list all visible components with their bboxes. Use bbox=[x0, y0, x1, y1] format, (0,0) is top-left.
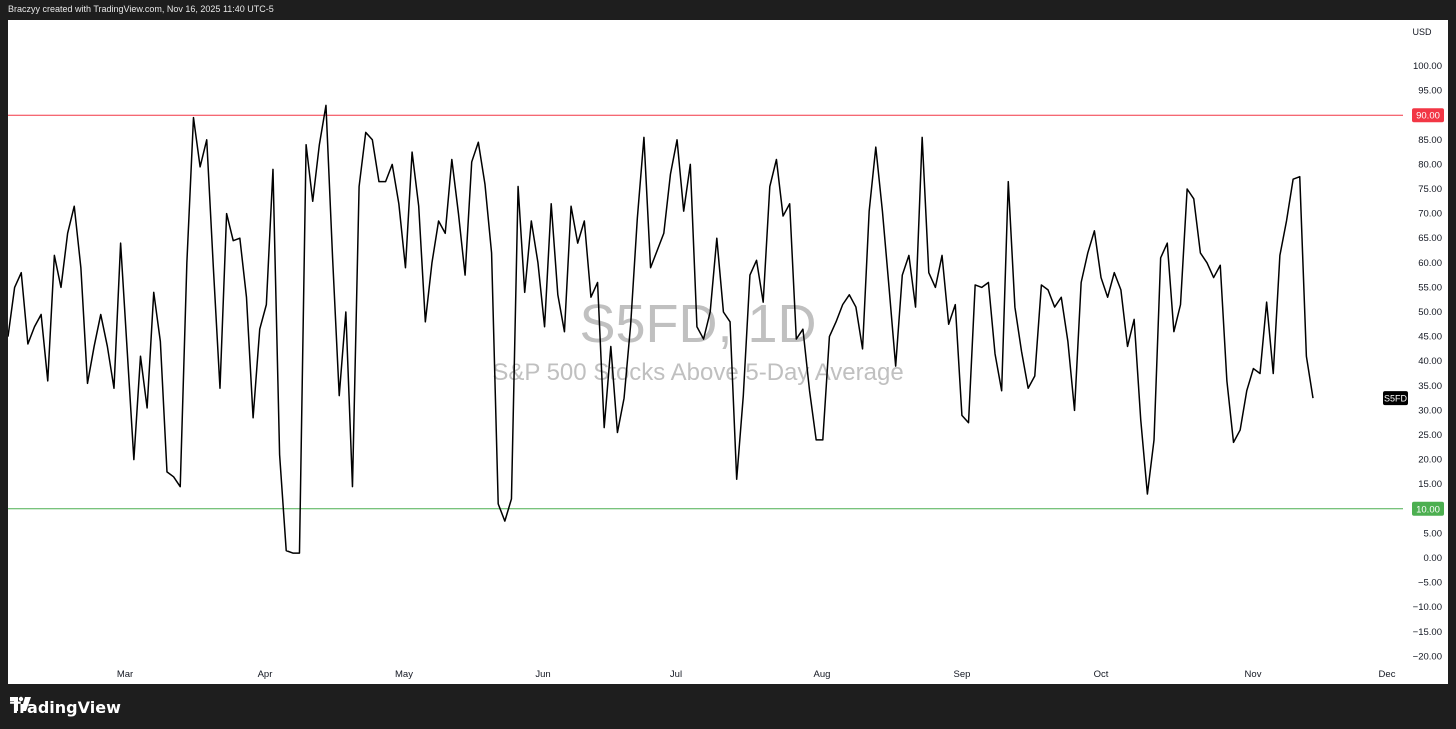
y-tick-label: −20.00 bbox=[1413, 651, 1442, 662]
y-tick-label: 20.00 bbox=[1418, 455, 1442, 466]
y-tick-label: −10.00 bbox=[1413, 602, 1442, 613]
y-tick-label: 80.00 bbox=[1418, 159, 1442, 170]
x-tick-label: Jun bbox=[535, 669, 550, 680]
x-tick-label: Apr bbox=[258, 669, 273, 680]
x-tick-label: Dec bbox=[1379, 669, 1396, 680]
line-chart[interactable]: S5FD, 1D S&P 500 Stocks Above 5-Day Avera… bbox=[8, 20, 1448, 684]
y-tick-label: 55.00 bbox=[1418, 282, 1442, 293]
y-tick-label: 35.00 bbox=[1418, 381, 1442, 392]
x-tick-label: Sep bbox=[954, 669, 971, 680]
y-tick-label: 25.00 bbox=[1418, 430, 1442, 441]
x-tick-label: Jul bbox=[670, 669, 682, 680]
y-tick-label: 5.00 bbox=[1424, 528, 1443, 539]
y-tick-label: 95.00 bbox=[1418, 86, 1442, 97]
y-tick-label: 60.00 bbox=[1418, 258, 1442, 269]
chart-credit: Braczyy created with TradingView.com, No… bbox=[8, 4, 274, 14]
x-tick-label: Oct bbox=[1094, 669, 1109, 680]
y-tick-label: −15.00 bbox=[1413, 627, 1442, 638]
y-tick-label: 75.00 bbox=[1418, 184, 1442, 195]
y-tick-label: 65.00 bbox=[1418, 233, 1442, 244]
tradingview-logo-icon bbox=[10, 696, 31, 711]
last-value-label: S5FD bbox=[1384, 394, 1408, 404]
y-tick-label: 70.00 bbox=[1418, 209, 1442, 220]
x-tick-label: Mar bbox=[117, 669, 133, 680]
y-tick-label: 30.00 bbox=[1418, 405, 1442, 416]
y-tick-label: 50.00 bbox=[1418, 307, 1442, 318]
y-tick-label: 100.00 bbox=[1413, 61, 1442, 72]
x-tick-label: Nov bbox=[1245, 669, 1262, 680]
chart-panel[interactable]: S5FD, 1D S&P 500 Stocks Above 5-Day Avera… bbox=[8, 20, 1448, 684]
x-tick-label: May bbox=[395, 669, 413, 680]
y-tick-label: 0.00 bbox=[1424, 553, 1443, 564]
tradingview-footer[interactable]: TradingView bbox=[10, 696, 121, 718]
y-tick-label: 45.00 bbox=[1418, 332, 1442, 343]
y-tick-label: 40.00 bbox=[1418, 356, 1442, 367]
level-tag-label-10.00: 10.00 bbox=[1416, 504, 1440, 515]
watermark-name: S&P 500 Stocks Above 5-Day Average bbox=[492, 359, 903, 386]
y-tick-label: −5.00 bbox=[1418, 578, 1442, 589]
currency-label: USD bbox=[1412, 27, 1432, 37]
y-tick-label: 85.00 bbox=[1418, 135, 1442, 146]
level-tag-label-90.00: 90.00 bbox=[1416, 111, 1440, 122]
x-tick-label: Aug bbox=[814, 669, 831, 680]
y-tick-label: 15.00 bbox=[1418, 479, 1442, 490]
watermark-symbol: S5FD, 1D bbox=[579, 294, 816, 354]
